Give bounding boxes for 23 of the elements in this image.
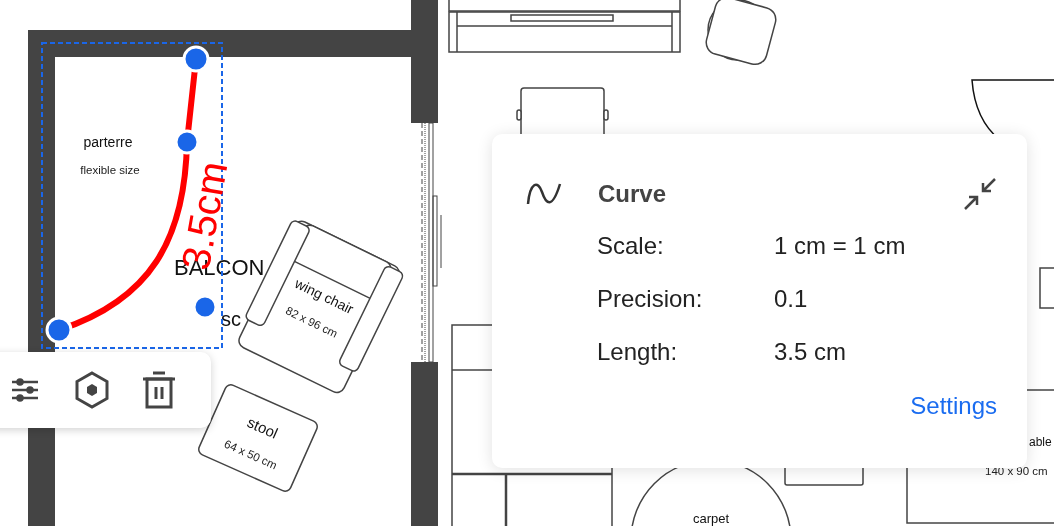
- property-value: 0.1: [774, 285, 809, 313]
- hexagon-icon: [75, 371, 109, 409]
- curve-handle[interactable]: [182, 45, 210, 73]
- property-value: 3.5 cm: [774, 338, 848, 366]
- property-label: Precision:: [597, 285, 704, 313]
- stool-label: stool: [244, 413, 281, 442]
- settings-link[interactable]: Settings: [910, 392, 997, 420]
- curve-handle[interactable]: [192, 294, 218, 320]
- shelf-drawing: [1039, 267, 1054, 309]
- room-area-label: sc: [221, 308, 241, 330]
- carpet-label: carpet: [692, 511, 730, 526]
- trash-icon: [142, 371, 176, 409]
- curve-handle[interactable]: [174, 129, 200, 155]
- table-label: able: [1029, 435, 1052, 449]
- property-label: Length:: [597, 338, 679, 366]
- collapse-icon[interactable]: [963, 177, 997, 211]
- curve-handle[interactable]: [45, 316, 73, 344]
- panel-title: Curve: [598, 180, 668, 208]
- sliders-icon: [11, 377, 39, 403]
- property-value: 1 cm = 1 cm: [774, 232, 907, 260]
- parterre-label: parterre: [83, 134, 133, 150]
- parterre-size-label: flexible size: [80, 164, 140, 176]
- property-label: Scale:: [597, 232, 665, 260]
